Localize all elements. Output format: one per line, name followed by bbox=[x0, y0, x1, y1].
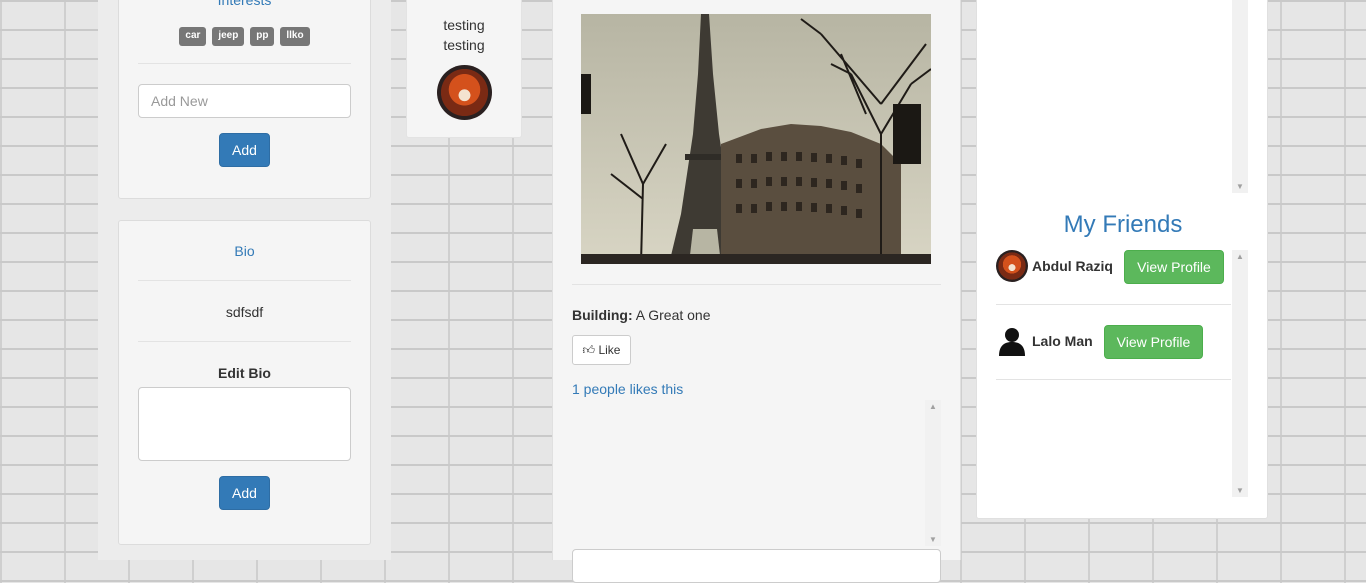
view-profile-button[interactable]: View Profile bbox=[1124, 250, 1224, 284]
friend-name[interactable]: Abdul Raziq bbox=[1032, 258, 1113, 274]
thumbs-up-icon: 👍︎ bbox=[582, 342, 596, 357]
top-scrollbar[interactable]: ▼ bbox=[1232, 0, 1248, 193]
bio-title: Bio bbox=[234, 243, 255, 259]
add-interest-input[interactable] bbox=[138, 84, 351, 118]
friend-row: Abdul Raziq View Profile bbox=[996, 250, 1231, 305]
bio-panel: Bio sdfsdf Edit Bio Add bbox=[118, 220, 371, 545]
add-interest-button[interactable]: Add bbox=[219, 133, 270, 167]
friends-scrollbar[interactable]: ▲ ▼ bbox=[1232, 250, 1248, 497]
divider bbox=[138, 341, 351, 342]
scroll-up-arrow[interactable]: ▲ bbox=[1232, 252, 1248, 261]
user-avatar[interactable] bbox=[437, 65, 492, 120]
post-image bbox=[581, 14, 931, 264]
edit-bio-label: Edit Bio bbox=[218, 365, 271, 381]
scroll-down-arrow[interactable]: ▼ bbox=[1232, 486, 1248, 495]
user-silhouette-icon bbox=[999, 328, 1025, 356]
scroll-down-arrow[interactable]: ▼ bbox=[1232, 182, 1248, 191]
edit-bio-add-button[interactable]: Add bbox=[219, 476, 270, 510]
interest-tags: car jeep pp llko bbox=[119, 26, 370, 46]
like-button[interactable]: 👍︎ Like bbox=[572, 335, 631, 365]
divider bbox=[996, 379, 1231, 380]
interest-tag[interactable]: llko bbox=[280, 27, 310, 46]
user-card: testing testing bbox=[406, 0, 522, 138]
building-label: Building: bbox=[572, 307, 633, 323]
like-label: Like bbox=[598, 342, 621, 357]
comment-input[interactable] bbox=[572, 549, 941, 583]
interest-tag[interactable]: jeep bbox=[212, 27, 245, 46]
divider bbox=[572, 284, 941, 285]
friends-panel: ▼ My Friends Abdul Raziq View Profile La… bbox=[976, 0, 1268, 519]
post-panel: Building: A Great one 👍︎ Like 1 people l… bbox=[552, 0, 961, 583]
interest-tag[interactable]: pp bbox=[250, 27, 275, 46]
view-profile-button[interactable]: View Profile bbox=[1104, 325, 1203, 359]
building-value: A Great one bbox=[635, 307, 711, 323]
user-name-line2: testing bbox=[443, 37, 485, 53]
friend-row: Lalo Man View Profile bbox=[996, 325, 1231, 380]
divider bbox=[138, 63, 351, 64]
edit-bio-textarea[interactable] bbox=[138, 387, 351, 461]
user-name-line1: testing bbox=[443, 17, 485, 33]
friend-avatar[interactable] bbox=[996, 250, 1028, 282]
bio-text: sdfsdf bbox=[225, 304, 264, 320]
divider bbox=[138, 280, 351, 281]
friend-name[interactable]: Lalo Man bbox=[1032, 333, 1093, 349]
interests-panel: Interests car jeep pp llko Add bbox=[118, 0, 371, 199]
interest-tag[interactable]: car bbox=[179, 27, 207, 46]
friends-title: My Friends bbox=[1063, 211, 1183, 238]
interests-title: Interests bbox=[217, 0, 272, 8]
likes-count-link[interactable]: 1 people likes this bbox=[572, 381, 683, 397]
scroll-up-arrow[interactable]: ▲ bbox=[925, 402, 941, 411]
post-caption: Building: A Great one bbox=[572, 307, 942, 323]
scroll-down-arrow[interactable]: ▼ bbox=[925, 535, 941, 544]
comments-scrollbar[interactable]: ▲ ▼ bbox=[925, 400, 941, 546]
divider bbox=[996, 304, 1231, 305]
